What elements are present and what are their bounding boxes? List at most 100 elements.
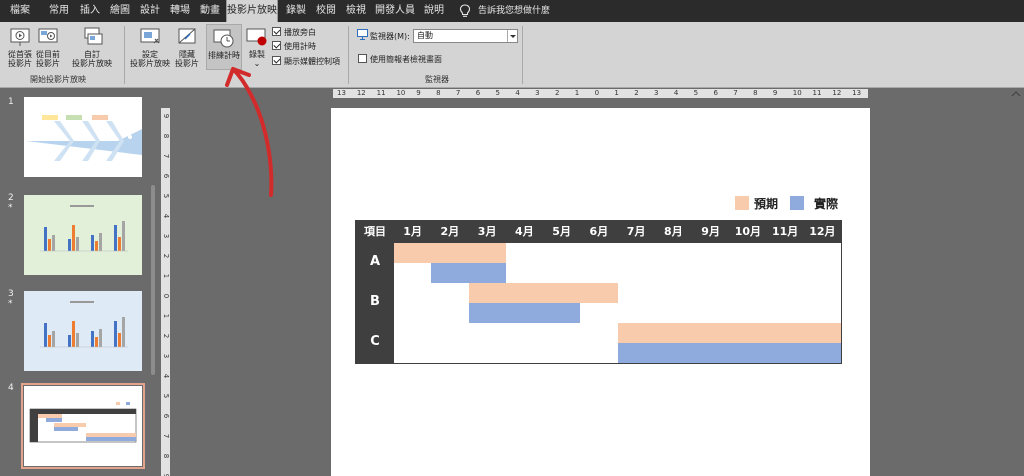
ruler-tick-label: 6 — [162, 173, 170, 179]
tab-review[interactable]: 校閱 — [312, 0, 340, 22]
collapse-ribbon-icon[interactable] — [1011, 90, 1021, 98]
ruler-tick-label: 5 — [693, 89, 699, 97]
use-timings-checkbox[interactable]: 使用計時 — [272, 41, 316, 52]
presenter-view-checkbox[interactable]: 使用簡報者檢視畫面 — [358, 54, 442, 65]
tab-draw[interactable]: 繪圖 — [106, 0, 134, 22]
ruler-tick-label: 1 — [574, 89, 580, 97]
stopwatch-icon — [213, 27, 235, 49]
tab-record[interactable]: 錄製 — [282, 0, 310, 22]
ruler-tick-label: 10 — [396, 89, 406, 97]
gantt-month-header: 6月 — [589, 225, 609, 238]
ruler-tick-label: 3 — [162, 233, 170, 239]
show-media-controls-label: 顯示媒體控制項 — [284, 57, 340, 66]
from-current-label-2: 投影片 — [36, 59, 60, 68]
gantt-bar-actual[interactable] — [468, 303, 581, 323]
tab-developer[interactable]: 開發人員 — [374, 0, 416, 22]
ruler-tick-label: 8 — [753, 89, 758, 97]
from-current-button[interactable]: 從目前 投影片 — [34, 26, 62, 68]
gantt-row-labels: A B C — [356, 243, 394, 363]
ruler-tick-label: 0 — [594, 89, 600, 97]
ruler-tick-label: 7 — [162, 433, 170, 439]
tab-animations[interactable]: 動畫 — [196, 0, 224, 22]
ribbon-separator — [124, 26, 125, 84]
slide-thumbnail-pane: 1 2 * 3 * 4 — [0, 89, 158, 476]
rehearse-timings-button[interactable]: 排練計時 — [206, 24, 242, 70]
gantt-month-header: 11月 — [771, 225, 799, 238]
hide-slide-button[interactable]: 隱藏 投影片 — [172, 26, 202, 68]
tab-help[interactable]: 說明 — [420, 0, 448, 22]
ruler-tick-label: 6 — [713, 89, 718, 97]
from-beginning-button[interactable]: 從首張 投影片 — [6, 26, 34, 68]
gantt-bar-planned[interactable] — [617, 323, 841, 343]
lightbulb-icon[interactable] — [459, 4, 471, 18]
ruler-tick-label: 2 — [634, 89, 639, 97]
presenter-view-label: 使用簡報者檢視畫面 — [370, 55, 442, 64]
ruler-tick-label: 9 — [162, 473, 170, 476]
gantt-bar-planned[interactable] — [468, 283, 618, 303]
ruler-tick-label: 1 — [162, 313, 170, 319]
show-media-controls-checkbox[interactable]: 顯示媒體控制項 — [272, 56, 340, 67]
tab-home[interactable]: 常用 — [44, 0, 74, 22]
gantt-month-header: 3月 — [477, 225, 497, 238]
slide-thumbnail-2[interactable] — [24, 195, 142, 275]
ribbon-tab-bar: 檔案 常用 插入 繪圖 設計 轉場 動畫 投影片放映 錄製 校閱 檢視 開發人員… — [0, 0, 1024, 22]
monitor-select[interactable]: 自動 — [413, 29, 518, 43]
slide-number-4: 4 — [8, 383, 14, 393]
ruler-tick-label: 7 — [162, 153, 170, 159]
fishbone-diagram-thumbnail — [26, 115, 142, 161]
gantt-row-label-c: C — [370, 334, 380, 349]
slide-thumbnail-3[interactable] — [24, 291, 142, 371]
monitor-icon — [357, 29, 368, 40]
slideshow-current-icon — [37, 26, 59, 48]
custom-slideshow-button[interactable]: 自訂 投影片放映 — [68, 26, 116, 68]
slide-thumbnail-4[interactable] — [21, 383, 145, 469]
tab-slide-show[interactable]: 投影片放映 — [226, 0, 278, 22]
custom-show-icon — [81, 26, 103, 48]
ruler-tick-label: 9 — [162, 113, 170, 119]
play-narrations-label: 播放旁白 — [284, 28, 316, 37]
tab-file[interactable]: 檔案 — [2, 0, 38, 22]
record-icon — [246, 26, 268, 48]
gantt-month-header: 1月 — [403, 225, 422, 238]
tab-insert[interactable]: 插入 — [76, 0, 104, 22]
ruler-tick-label: 4 — [162, 373, 170, 379]
ruler-tick-label: 1 — [614, 89, 619, 97]
gantt-month-header: 7月 — [626, 225, 646, 238]
record-dropdown-icon[interactable]: ⌄ — [244, 59, 270, 68]
tell-me-search[interactable]: 告訴我您想做什麼 — [478, 0, 550, 22]
setup-show-label-1: 設定 — [142, 50, 158, 59]
ruler-tick-label: 2 — [554, 89, 560, 97]
slideshow-start-icon — [9, 26, 31, 48]
slide-number-1: 1 — [8, 97, 14, 107]
gantt-table[interactable]: 項目 1月 2月 3月 4月 5月 6月 7月 8月 9月 10月 11月 12月 A B C — [355, 220, 842, 364]
gantt-header-row: 項目 1月 2月 3月 4月 5月 6月 7月 8月 9月 10月 11月 12月 — [356, 221, 841, 243]
ruler-tick-label: 13 — [337, 89, 346, 97]
thumbnail-scrollbar[interactable] — [151, 185, 155, 375]
ribbon-separator — [522, 26, 523, 84]
ruler-tick-label: 11 — [376, 89, 386, 97]
from-current-label-1: 從目前 — [36, 50, 60, 59]
gantt-corner-cell: 項目 — [364, 225, 386, 238]
slide-animation-marker-3: * — [8, 299, 13, 309]
slide-canvas[interactable]: 預期 實際 項目 1月 2月 3月 4月 5月 6月 7月 8月 9月 10月 11月 12月 A B… — [331, 108, 870, 476]
gantt-bar-planned[interactable] — [394, 243, 506, 263]
chevron-down-icon[interactable] — [507, 30, 517, 42]
gantt-row-label-a: A — [369, 254, 381, 269]
tab-view[interactable]: 檢視 — [342, 0, 370, 22]
play-narrations-checkbox[interactable]: 播放旁白 — [272, 27, 316, 38]
slide-thumbnail-1[interactable] — [24, 97, 142, 177]
slide-number-2: 2 — [8, 193, 14, 203]
setup-slideshow-button[interactable]: 設定 投影片放映 — [128, 26, 172, 68]
gantt-bar-actual[interactable] — [431, 263, 506, 283]
ruler-tick-label: 8 — [436, 89, 441, 97]
ribbon-panel: 從首張 投影片 從目前 投影片 自訂 投影片放映 開始投影片放映 設定 投影片放… — [0, 22, 1024, 97]
bar-chart-thumbnail — [40, 205, 128, 252]
ruler-tick-label: 8 — [162, 453, 170, 459]
record-slideshow-button[interactable]: 錄製 ⌄ — [244, 26, 270, 68]
tab-transitions[interactable]: 轉場 — [166, 0, 194, 22]
setup-show-icon — [139, 26, 161, 48]
ruler-tick-label: 0 — [162, 293, 170, 299]
gantt-row-label-b: B — [370, 294, 380, 309]
gantt-bar-actual[interactable] — [617, 343, 841, 363]
tab-design[interactable]: 設計 — [136, 0, 164, 22]
